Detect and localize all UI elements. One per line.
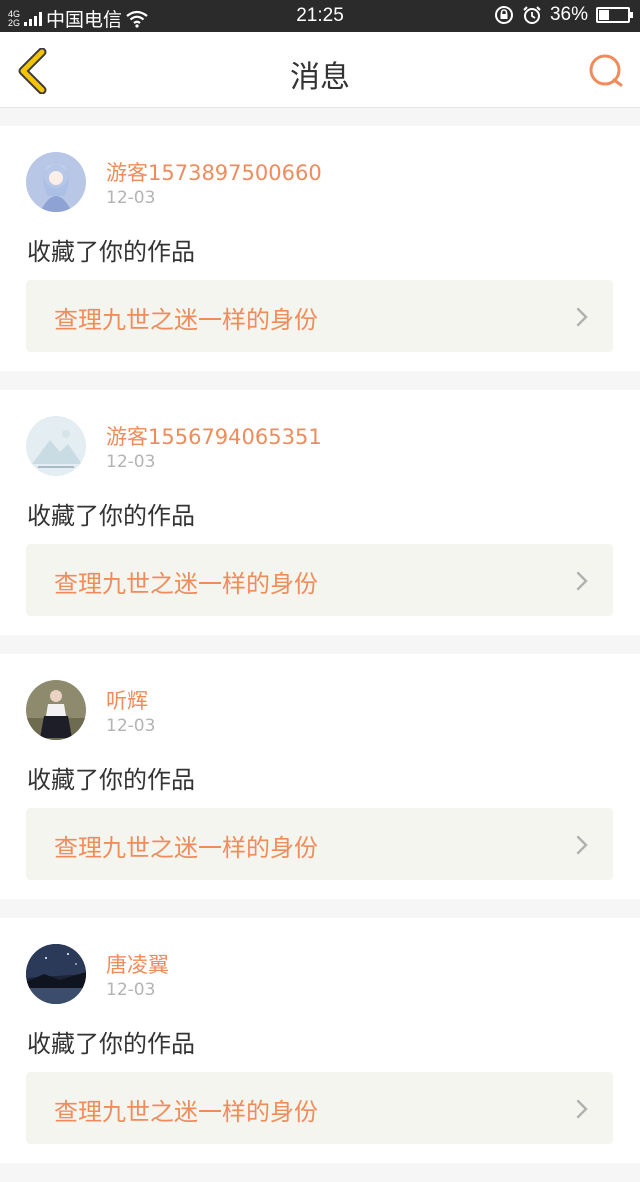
battery-percent: 36%	[549, 4, 588, 25]
user-name[interactable]: 听辉	[106, 685, 148, 715]
alarm-icon	[523, 6, 541, 24]
anime-girl-avatar-icon	[26, 152, 86, 212]
chevron-right-icon	[576, 307, 588, 327]
user-name[interactable]: 唐凌翼	[106, 949, 169, 979]
work-title: 查理九世之迷一样的身份	[54, 306, 318, 334]
message-text: 收藏了你的作品	[27, 1030, 195, 1058]
message-list: 游客1573897500660 12-03 收藏了你的作品 查理九世之迷一样的身…	[0, 126, 640, 1182]
person-photo-avatar-icon	[26, 680, 86, 740]
work-title: 查理九世之迷一样的身份	[54, 570, 318, 598]
user-name[interactable]: 游客1556794065351	[106, 421, 322, 451]
chevron-right-icon	[576, 571, 588, 591]
message-date: 12-03	[106, 188, 156, 208]
work-link[interactable]: 查理九世之迷一样的身份	[26, 1072, 613, 1144]
chevron-right-icon	[576, 1099, 588, 1119]
night-sky-avatar-icon	[26, 944, 86, 1004]
message-card: 游客1573897500660 12-03 收藏了你的作品 查理九世之迷一样的身…	[0, 126, 640, 371]
chevron-right-icon	[576, 835, 588, 855]
status-right: 36%	[494, 4, 633, 26]
page-title: 消息	[290, 60, 350, 95]
work-title: 查理九世之迷一样的身份	[54, 834, 318, 862]
battery-icon	[596, 7, 633, 23]
work-link[interactable]: 查理九世之迷一样的身份	[26, 544, 613, 616]
work-title: 查理九世之迷一样的身份	[54, 1098, 318, 1126]
work-link[interactable]: 查理九世之迷一样的身份	[26, 808, 613, 880]
message-text: 收藏了你的作品	[27, 502, 195, 530]
message-date: 12-03	[106, 452, 156, 472]
message-text: 收藏了你的作品	[27, 238, 195, 266]
avatar[interactable]	[26, 416, 86, 476]
message-card: 游客1556794065351 12-03 收藏了你的作品 查理九世之迷一样的身…	[0, 390, 640, 635]
work-link[interactable]: 查理九世之迷一样的身份	[26, 280, 613, 352]
message-card: 唐凌翼 12-03 收藏了你的作品 查理九世之迷一样的身份	[0, 918, 640, 1163]
search-icon	[589, 54, 623, 87]
user-name[interactable]: 游客1573897500660	[106, 157, 322, 187]
mountain-placeholder-avatar-icon	[26, 416, 86, 476]
rotation-lock-icon	[494, 6, 513, 24]
message-text: 收藏了你的作品	[27, 766, 195, 794]
status-bar: 4G 2G 中国电信 21:25 36%	[0, 0, 640, 32]
nav-bar: 消息	[0, 32, 640, 108]
message-date: 12-03	[106, 716, 156, 736]
search-button[interactable]	[586, 52, 626, 92]
avatar[interactable]	[26, 152, 86, 212]
message-card: 听辉 12-03 收藏了你的作品 查理九世之迷一样的身份	[0, 654, 640, 899]
message-date: 12-03	[106, 980, 156, 1000]
avatar[interactable]	[26, 680, 86, 740]
avatar[interactable]	[26, 944, 86, 1004]
battery-fill	[599, 10, 609, 20]
